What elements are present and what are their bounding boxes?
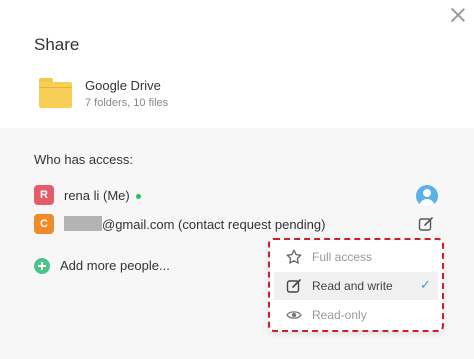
redacted-email-mask [64,216,102,231]
edit-icon [286,279,301,293]
menu-item-read-only[interactable]: Read-only [274,301,438,329]
share-dialog: Share Google Drive 7 folders, 10 files W… [0,0,474,359]
folder-meta: 7 folders, 10 files [85,97,169,109]
permission-menu: Full access Read and write ✓ Read-only [268,238,444,332]
menu-item-read-and-write[interactable]: Read and write ✓ [274,272,438,300]
online-status-dot [136,194,141,199]
person-email: @gmail.com (contact request pending) [102,217,326,232]
profile-icon[interactable] [416,185,438,207]
dialog-title: Share [34,35,80,54]
star-icon [286,249,302,264]
check-icon: ✓ [420,277,431,292]
dialog-header-section: Share Google Drive 7 folders, 10 files [0,0,474,128]
person-name: rena li (Me) [64,188,130,203]
avatar: R [34,185,54,205]
folder-name: Google Drive [85,78,161,93]
menu-item-label: Full access [312,250,373,264]
who-has-access-label: Who has access: [34,152,133,167]
eye-icon [286,311,302,319]
menu-item-full-access[interactable]: Full access [274,243,438,271]
menu-item-label: Read and write [312,279,393,293]
menu-item-label: Read-only [312,308,367,322]
add-more-label: Add more people... [60,258,170,273]
close-icon[interactable] [449,6,467,24]
folder-icon [39,78,72,108]
edit-icon[interactable] [418,216,434,232]
add-icon [34,258,50,274]
avatar: C [34,214,54,234]
